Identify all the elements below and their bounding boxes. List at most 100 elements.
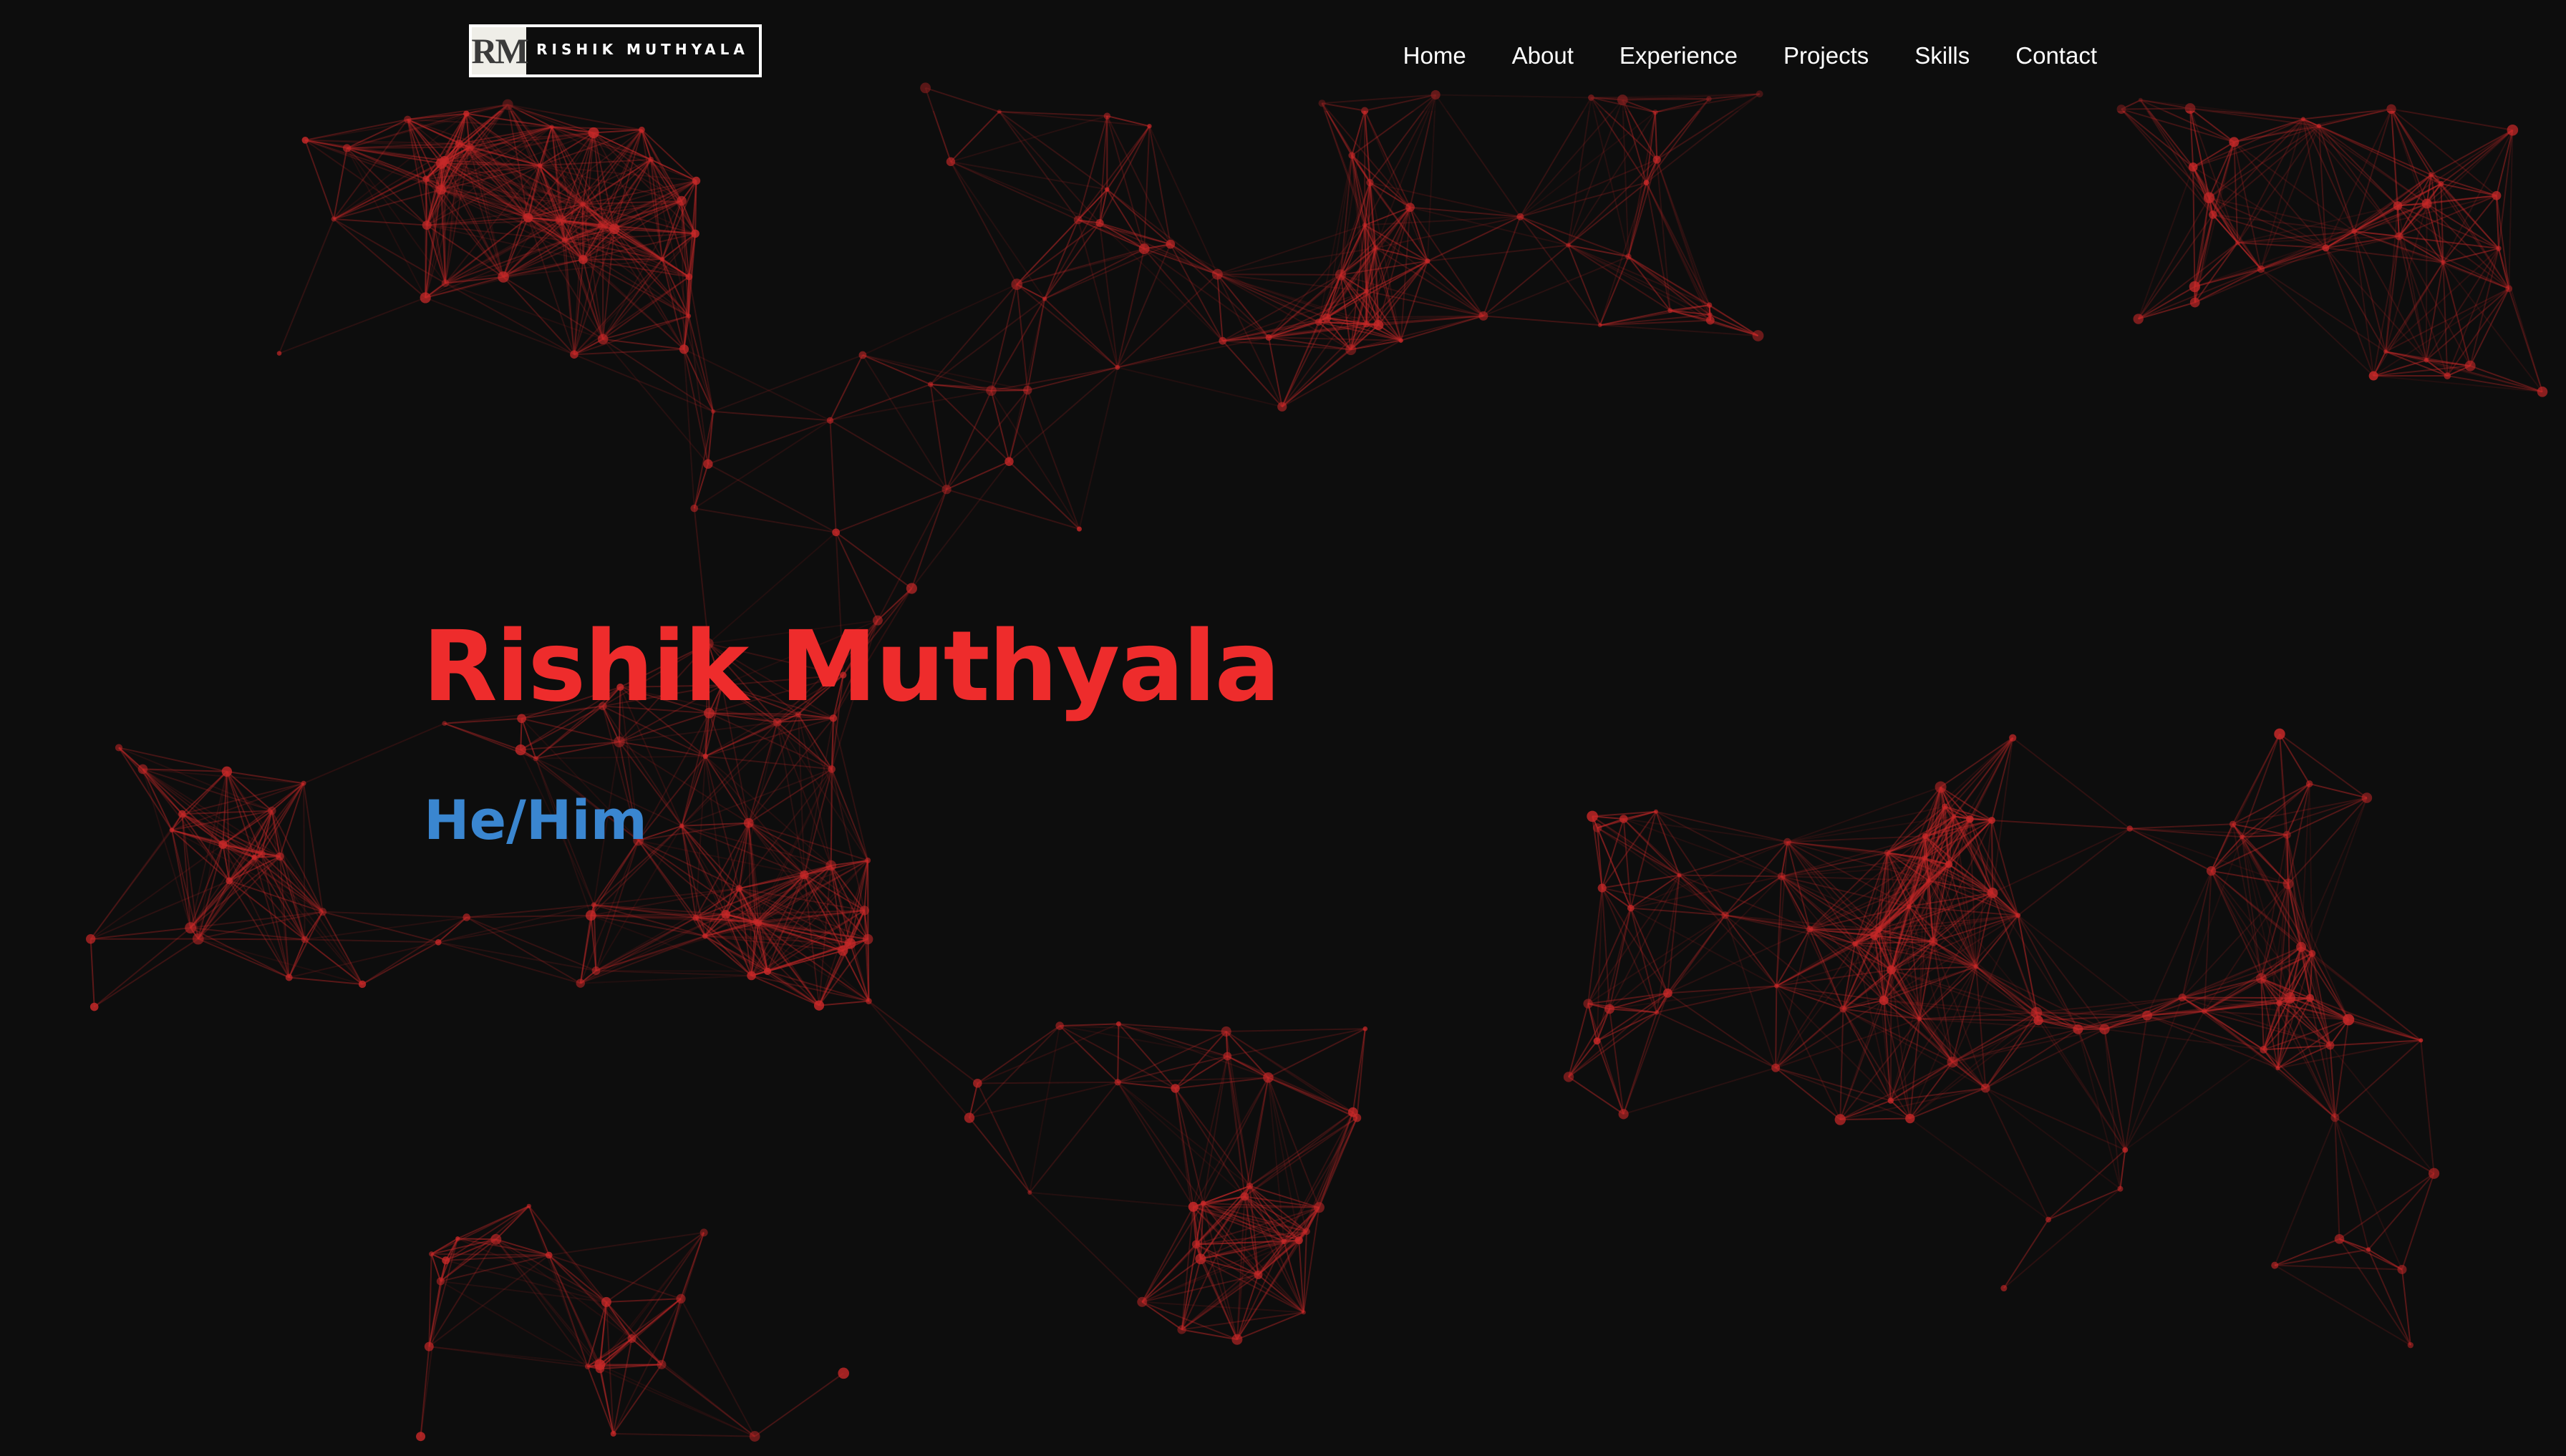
particle-node bbox=[1114, 1079, 1121, 1086]
particle-node bbox=[584, 1364, 591, 1369]
particle-link bbox=[2192, 118, 2304, 168]
particle-node bbox=[648, 156, 654, 162]
particle-link bbox=[321, 911, 363, 985]
particle-link bbox=[1519, 99, 1624, 218]
particle-node bbox=[2178, 993, 2187, 1001]
particle-node bbox=[1188, 1201, 1199, 1212]
particle-node bbox=[588, 127, 599, 139]
particle-node bbox=[89, 1002, 99, 1011]
particle-link bbox=[602, 339, 709, 465]
particle-node bbox=[1663, 988, 1672, 998]
particle-node bbox=[2209, 210, 2217, 219]
particle-node bbox=[441, 279, 450, 287]
particle-node bbox=[1221, 1026, 1231, 1037]
particle-node bbox=[838, 1367, 850, 1379]
particle-link bbox=[228, 880, 306, 941]
particle-node bbox=[614, 736, 625, 748]
particle-node bbox=[1115, 1021, 1121, 1027]
nav-link-experience[interactable]: Experience bbox=[1620, 40, 1738, 72]
particle-link bbox=[1519, 97, 1592, 218]
particle-node bbox=[2188, 162, 2198, 172]
particle-node bbox=[1583, 999, 1593, 1009]
particle-node bbox=[866, 998, 872, 1004]
particle-node bbox=[1345, 344, 1357, 356]
particle-node bbox=[591, 966, 601, 975]
particle-link bbox=[2334, 1117, 2435, 1175]
particle-link bbox=[1221, 340, 1283, 407]
particle-node bbox=[1195, 1253, 1206, 1265]
particle-node bbox=[2505, 285, 2513, 293]
particle-link bbox=[1008, 299, 1046, 462]
nav-link-contact[interactable]: Contact bbox=[2015, 40, 2097, 72]
particle-node bbox=[1373, 320, 1384, 331]
particle-node bbox=[1906, 904, 1912, 909]
particle-link bbox=[833, 718, 869, 861]
particle-node bbox=[690, 504, 699, 513]
nav-link-about[interactable]: About bbox=[1512, 40, 1574, 72]
particle-node bbox=[2407, 1341, 2414, 1349]
site-logo[interactable]: RM RISHIK MUTHYALA bbox=[469, 24, 762, 77]
particle-node bbox=[2206, 865, 2217, 876]
particle-link bbox=[803, 718, 834, 875]
particle-node bbox=[251, 854, 257, 860]
particle-link bbox=[2121, 108, 2194, 168]
particle-node bbox=[561, 237, 568, 243]
particle-link bbox=[1991, 819, 2130, 830]
particle-link bbox=[303, 722, 445, 785]
particle-node bbox=[1752, 330, 1764, 341]
particle-link bbox=[445, 282, 575, 356]
particle-node bbox=[2045, 1216, 2051, 1223]
particle-node bbox=[268, 806, 276, 815]
particle-node bbox=[1366, 178, 1374, 187]
particle-link bbox=[2210, 870, 2291, 999]
particle-node bbox=[257, 850, 266, 858]
particle-link bbox=[1268, 337, 1283, 407]
particle-link bbox=[950, 160, 1108, 190]
particle-link bbox=[322, 911, 439, 943]
particle-link bbox=[1599, 314, 1710, 326]
particle-node bbox=[685, 273, 693, 281]
particle-link bbox=[1654, 112, 1658, 160]
particle-link bbox=[2508, 288, 2543, 392]
particle-node bbox=[598, 220, 609, 231]
particle-link bbox=[1117, 340, 1223, 369]
particle-link bbox=[428, 1254, 550, 1347]
particle-node bbox=[2316, 123, 2321, 129]
particle-node bbox=[735, 885, 743, 892]
particle-link bbox=[1116, 248, 1146, 368]
particle-node bbox=[424, 1341, 434, 1351]
particle-node bbox=[2428, 1168, 2440, 1179]
particle-link bbox=[1016, 284, 1029, 391]
particle-link bbox=[606, 1232, 705, 1303]
particle-link bbox=[171, 782, 304, 831]
particle-link bbox=[1106, 115, 1171, 245]
page: RM RISHIK MUTHYALA Home About Experience… bbox=[0, 0, 2566, 1456]
particle-node bbox=[1935, 781, 1947, 793]
particle-node bbox=[1004, 457, 1014, 466]
particle-node bbox=[2397, 1264, 2407, 1274]
particle-node bbox=[2257, 265, 2265, 273]
particle-link bbox=[1776, 842, 1788, 986]
particle-node bbox=[585, 910, 596, 921]
nav-link-projects[interactable]: Projects bbox=[1783, 40, 1869, 72]
particle-node bbox=[2122, 1147, 2129, 1153]
particle-link bbox=[2334, 1039, 2421, 1118]
particle-node bbox=[331, 216, 337, 222]
particle-link bbox=[2311, 797, 2368, 954]
nav-link-skills[interactable]: Skills bbox=[1914, 40, 1970, 72]
particle-node bbox=[1887, 965, 1896, 975]
particle-node bbox=[1478, 311, 1488, 321]
nav-link-home[interactable]: Home bbox=[1403, 40, 1466, 72]
particle-node bbox=[1783, 838, 1791, 846]
particle-node bbox=[1364, 288, 1370, 294]
particle-link bbox=[334, 218, 427, 226]
particle-node bbox=[442, 1256, 450, 1265]
particle-link bbox=[877, 489, 947, 621]
particle-link bbox=[2286, 797, 2368, 836]
particle-link bbox=[680, 1232, 705, 1299]
particle-link bbox=[2119, 1150, 2126, 1189]
particle-links bbox=[89, 87, 2543, 1437]
particle-node bbox=[2330, 1113, 2340, 1122]
particle-node bbox=[1777, 872, 1786, 880]
particle-node bbox=[1138, 243, 1150, 255]
